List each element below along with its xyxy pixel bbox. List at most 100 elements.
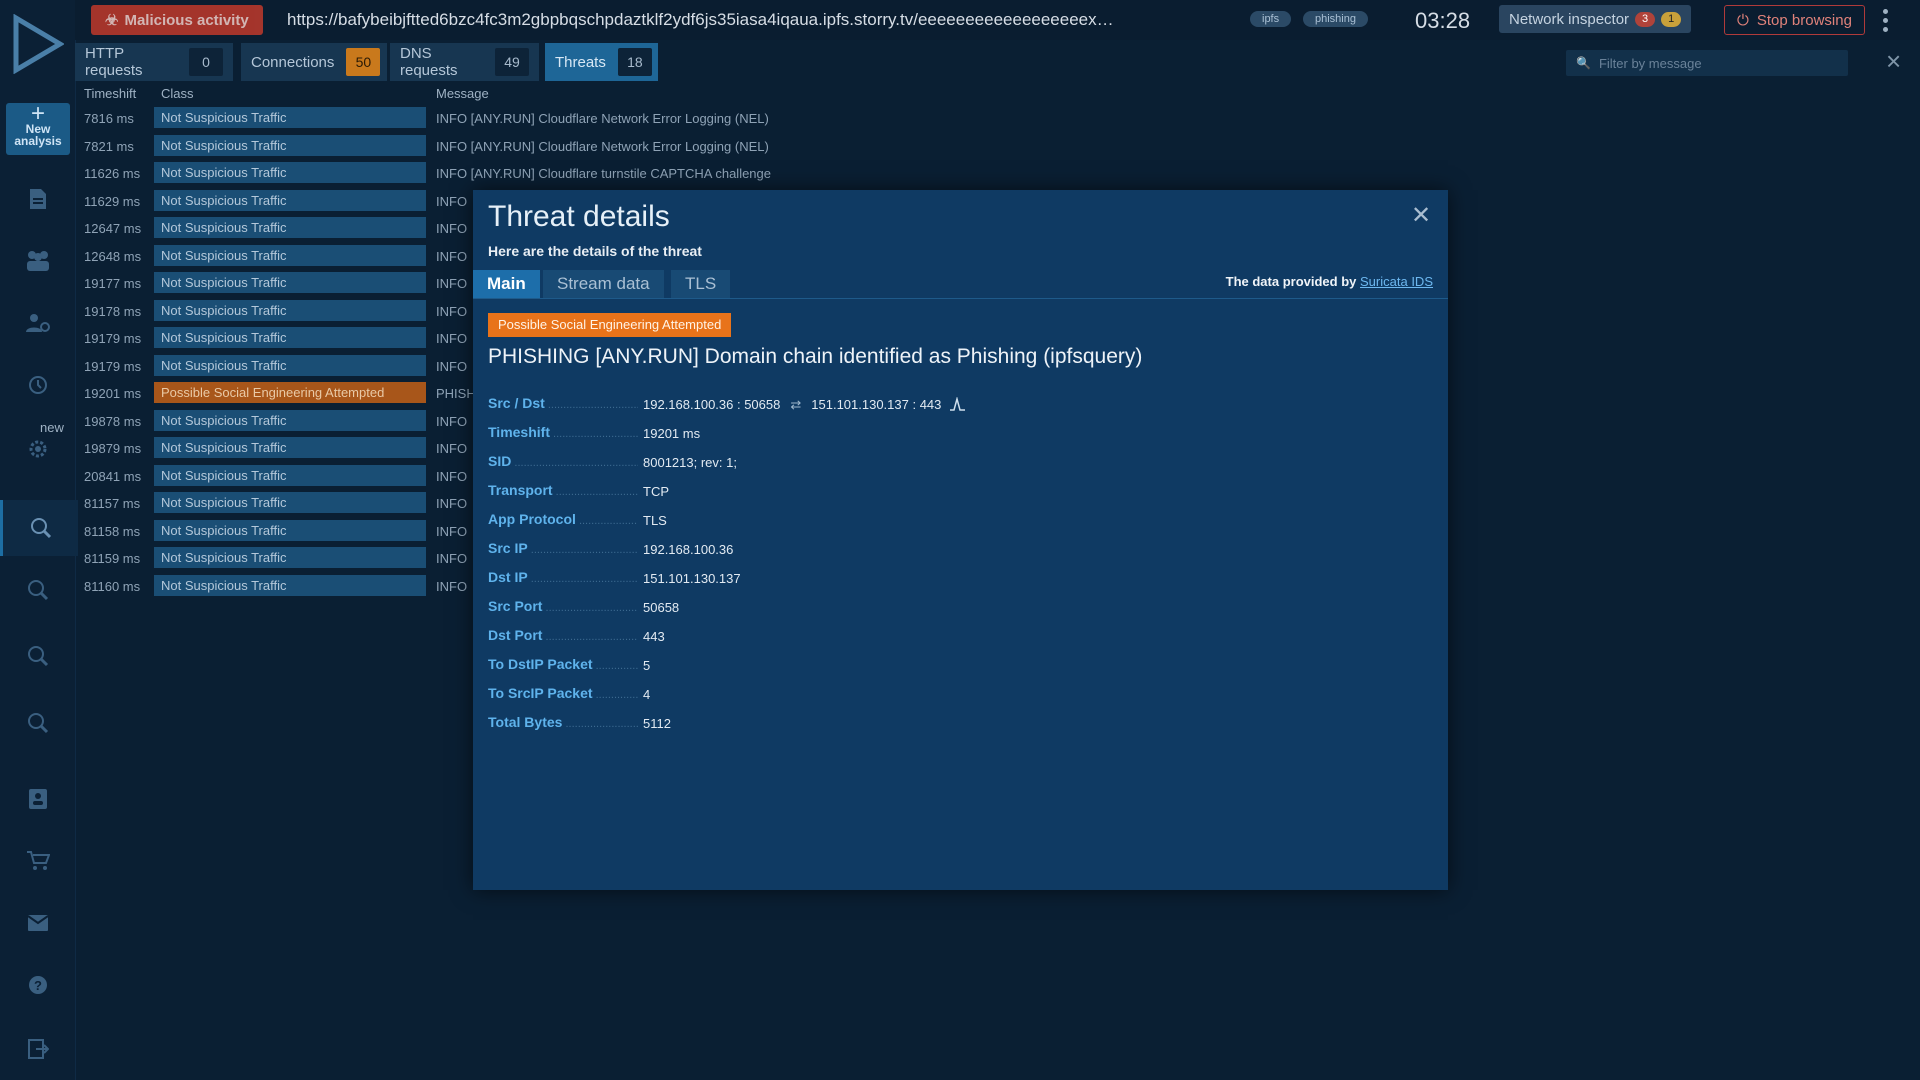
row-message: INFO xyxy=(436,193,468,209)
detail-key: Timeshift xyxy=(488,424,638,440)
plus-icon: + xyxy=(30,100,45,127)
malicious-activity-badge[interactable]: ☣ Malicious activity xyxy=(91,5,263,35)
gear-icon xyxy=(29,440,46,458)
sidebar-item-search-2[interactable] xyxy=(0,567,75,613)
row-message: INFO xyxy=(436,413,468,429)
network-inspector-red-count: 3 xyxy=(1635,11,1656,27)
row-message: INFO xyxy=(436,441,468,456)
tab-label: Threats xyxy=(555,53,606,71)
network-inspector-yellow-count: 1 xyxy=(1661,11,1682,27)
tab-dns-requests[interactable]: DNS requests 49 xyxy=(390,43,539,81)
sidebar-item-reports[interactable] xyxy=(0,176,75,222)
data-provider: The data provided by Suricata IDS xyxy=(1226,274,1433,289)
search-globe-icon xyxy=(27,580,48,601)
dst-endpoint: 151.101.130.137 : 443 xyxy=(811,397,942,412)
row-timeshift: 81159 ms xyxy=(84,551,141,566)
row-message: INFO xyxy=(436,303,468,319)
row-class: Not Suspicious Traffic xyxy=(154,492,426,513)
mail-icon xyxy=(26,915,49,931)
network-inspector-label: Network inspector xyxy=(1509,10,1630,28)
header-message[interactable]: Message xyxy=(436,86,489,101)
sidebar-item-search-3[interactable] xyxy=(0,633,75,679)
tab-main[interactable]: Main xyxy=(473,270,540,298)
row-timeshift: 19178 ms xyxy=(84,303,142,319)
contact-icon xyxy=(28,789,47,809)
tab-stream-data[interactable]: Stream data xyxy=(543,270,664,298)
table-row[interactable]: 7816 ms Not Suspicious Traffic INFO [ANY.R… xyxy=(76,104,1920,132)
power-icon: ⏻ xyxy=(1737,11,1749,29)
row-message: INFO xyxy=(436,578,468,594)
sidebar-item-threat-search[interactable] xyxy=(0,500,78,556)
tab-http-requests[interactable]: HTTP requests 0 xyxy=(75,43,233,81)
tab-tls[interactable]: TLS xyxy=(671,270,731,298)
header-class[interactable]: Class xyxy=(161,86,194,101)
sidebar: + New analysis new ? xyxy=(0,0,78,1080)
row-class: Not Suspicious Traffic xyxy=(154,189,426,211)
tab-label: HTTP requests xyxy=(85,45,143,79)
sidebar-item-search-4[interactable] xyxy=(0,700,75,746)
header-timeshift[interactable]: Timeshift xyxy=(84,86,136,101)
network-inspector-button[interactable]: Network inspector 3 1 xyxy=(1499,5,1692,33)
detail-value: TCP xyxy=(643,484,669,499)
detail-value: 8001213; rev: 1; xyxy=(643,455,737,470)
row-class: Not Suspicious Traffic xyxy=(154,134,426,156)
severity-badge: Possible Social Engineering Attempted xyxy=(488,313,732,337)
tab-connections[interactable]: Connections 50 xyxy=(241,43,387,81)
row-class: Not Suspicious Traffic xyxy=(154,547,426,568)
row-message: INFO xyxy=(436,276,468,291)
tag-phishing[interactable]: phishing xyxy=(1303,11,1368,27)
row-class: Not Suspicious Traffic xyxy=(154,464,426,486)
row-timeshift: 12648 ms xyxy=(84,248,142,264)
detail-value: 192.168.100.36 : 50658 ⇄ 151.101.130.137 :… xyxy=(643,396,967,413)
detail-item: To DstIP Packet 5 xyxy=(488,656,1388,685)
row-message: INFO xyxy=(436,551,468,566)
detail-value: 443 xyxy=(643,629,665,644)
tag-ipfs[interactable]: ipfs xyxy=(1250,11,1292,27)
sidebar-item-help[interactable]: ? xyxy=(0,962,75,1008)
filter-input[interactable]: 🔍 Filter by message xyxy=(1566,50,1848,76)
table-row[interactable]: 7821 ms Not Suspicious Traffic INFO [ANY.R… xyxy=(76,132,1920,160)
tab-label: DNS requests xyxy=(400,45,458,79)
sidebar-item-logout[interactable] xyxy=(0,1026,75,1072)
search-icon: 🔍 xyxy=(1576,56,1591,70)
sidebar-item-profile[interactable] xyxy=(0,776,75,822)
more-menu-icon[interactable] xyxy=(1883,9,1889,36)
close-inspector-icon[interactable]: × xyxy=(1886,48,1908,74)
anyrun-logo[interactable] xyxy=(12,13,65,75)
row-class: Not Suspicious Traffic xyxy=(154,409,426,431)
new-analysis-button[interactable]: + New analysis xyxy=(6,100,70,155)
sidebar-item-mail[interactable] xyxy=(0,900,75,946)
tab-label: Connections xyxy=(251,53,335,71)
suricata-link[interactable]: Suricata IDS xyxy=(1360,274,1433,289)
detail-item: Dst IP 151.101.130.137 xyxy=(488,569,1388,598)
sidebar-item-history[interactable] xyxy=(0,362,75,408)
waveform-icon[interactable] xyxy=(949,396,967,411)
row-timeshift: 19878 ms xyxy=(84,413,142,429)
top-bar: ☣ Malicious activity https://bafybeibjft… xyxy=(75,0,1920,40)
row-timeshift: 19179 ms xyxy=(84,358,142,374)
tab-count: 0 xyxy=(189,48,223,76)
table-row[interactable]: 11626 ms Not Suspicious Traffic INFO [ANY.… xyxy=(76,159,1920,187)
task-url: https://bafybeibjftted6bzc4fc3m2gbpbqsch… xyxy=(287,10,1114,29)
row-timeshift: 7816 ms xyxy=(84,111,134,126)
row-timeshift: 20841 ms xyxy=(84,468,142,484)
row-timeshift: 11629 ms xyxy=(84,193,141,209)
close-icon[interactable]: ✕ xyxy=(1411,204,1431,228)
tab-threats[interactable]: Threats 18 xyxy=(545,43,658,81)
sidebar-item-settings[interactable] xyxy=(0,426,75,472)
sidebar-item-teams[interactable] xyxy=(0,238,75,284)
stop-browsing-button[interactable]: ⏻ Stop browsing xyxy=(1724,5,1865,35)
detail-key: Dst IP xyxy=(488,569,638,585)
detail-key: Total Bytes xyxy=(488,714,638,730)
detail-item: Total Bytes 5112 xyxy=(488,714,1388,743)
row-message: INFO xyxy=(436,496,468,511)
sidebar-item-users[interactable] xyxy=(0,300,75,346)
logout-icon xyxy=(27,1039,49,1059)
row-class: Not Suspicious Traffic xyxy=(154,327,426,348)
sidebar-item-shop[interactable] xyxy=(0,838,75,884)
provided-prefix: The data provided by xyxy=(1225,274,1357,289)
tab-count: 49 xyxy=(495,48,529,76)
row-timeshift: 19177 ms xyxy=(84,276,142,291)
new-analysis-label-2: analysis xyxy=(14,134,62,148)
biohazard-icon: ☣ xyxy=(105,12,119,29)
